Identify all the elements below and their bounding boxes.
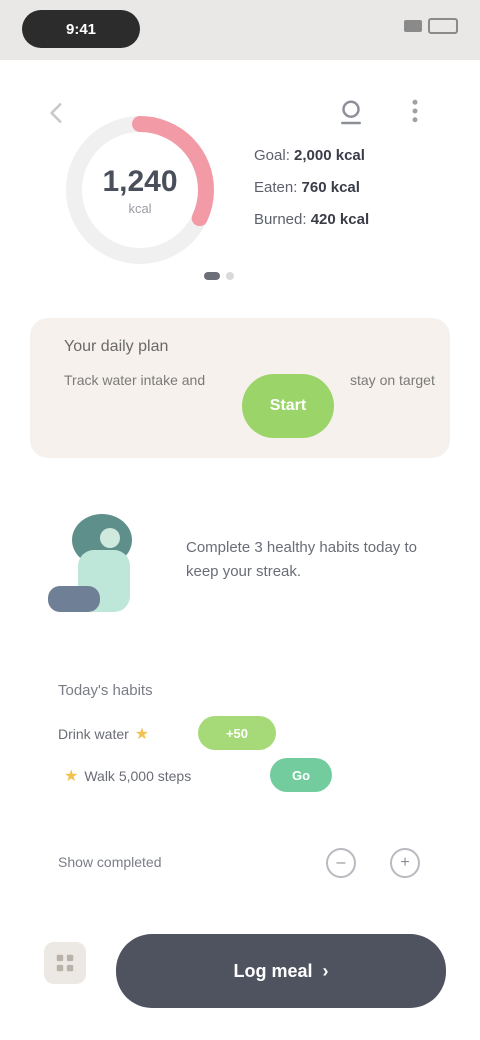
stat-value: 760 kcal: [301, 179, 360, 196]
chevron-right-icon: ›: [322, 960, 329, 981]
calorie-ring: 1,240 kcal: [60, 110, 220, 270]
banner-right-text: stay on target: [350, 372, 435, 388]
stat-row-burned: Burned: 420 kcal: [254, 211, 370, 228]
stat-row-eaten: Eaten: 760 kcal: [254, 179, 360, 196]
signal-icon: [404, 20, 422, 32]
streak-info-card: Complete 3 healthy habits today to keep …: [30, 490, 450, 640]
habits-title: Today's habits: [58, 682, 153, 699]
stat-value: 420 kcal: [310, 211, 370, 228]
star-icon: ★: [134, 726, 150, 743]
page-dot-active[interactable]: [204, 272, 220, 280]
menu-button[interactable]: [44, 942, 86, 984]
stat-row-goal: Goal: 2,000 kcal: [254, 147, 365, 164]
minus-button[interactable]: –: [326, 848, 356, 878]
stat-label: Goal: [254, 147, 286, 164]
stats-list: Goal: 2,000 kcal Eaten: 760 kcal Burned:…: [254, 140, 454, 236]
habit-go-button[interactable]: Go: [270, 758, 332, 792]
log-meal-label: Log meal: [233, 960, 313, 981]
grid-icon: [56, 954, 74, 972]
ring-center: 1,240 kcal: [60, 110, 220, 270]
page-indicator[interactable]: [204, 272, 234, 280]
share-icon[interactable]: [336, 98, 366, 128]
habit-item[interactable]: ★ Walk 5,000 steps: [58, 758, 191, 794]
log-meal-button[interactable]: Log meal ›: [116, 934, 446, 1008]
summary-section: 1,240 kcal Goal: 2,000 kcal Eaten: 760 k…: [0, 60, 480, 300]
habit-pill-button[interactable]: +50: [198, 716, 276, 750]
banner-start-button[interactable]: Start: [242, 374, 334, 438]
person-illustration-icon: [48, 514, 132, 612]
streak-info-text: Complete 3 healthy habits today to keep …: [186, 539, 417, 580]
status-bar: 9:41: [0, 0, 480, 60]
completed-toggle-row: Show completed – +: [30, 842, 450, 886]
completed-toggle-label: Show completed: [58, 854, 162, 870]
habits-section: Today's habits Drink water ★ +50 ★ Walk …: [30, 676, 450, 816]
status-time: 9:41: [22, 10, 140, 48]
banner-title: Your daily plan: [64, 338, 169, 355]
stat-label: Burned: [254, 211, 303, 228]
banner-subtitle: Track water intake and: [64, 372, 206, 388]
status-icons: [404, 18, 458, 34]
battery-icon: [428, 18, 458, 34]
habit-item[interactable]: Drink water ★: [58, 716, 155, 752]
plus-button[interactable]: +: [390, 848, 420, 878]
bottom-bar: Log meal ›: [0, 912, 480, 1040]
plan-banner-card[interactable]: Your daily plan Track water intake and S…: [30, 318, 450, 458]
ring-unit: kcal: [128, 200, 152, 216]
star-icon: ★: [64, 768, 79, 785]
page-dot[interactable]: [226, 272, 234, 280]
ring-value: 1,240: [102, 164, 178, 198]
habit-label: Walk 5,000 steps: [84, 768, 192, 784]
stat-value: 2,000 kcal: [294, 147, 365, 164]
app-screen: 9:41 1,240 kcal Goal: 2,000 kcal Eaten: …: [0, 0, 480, 1040]
stat-label: Eaten: [254, 179, 294, 196]
habit-label: Drink water: [58, 726, 129, 742]
more-options-icon[interactable]: [400, 96, 430, 126]
